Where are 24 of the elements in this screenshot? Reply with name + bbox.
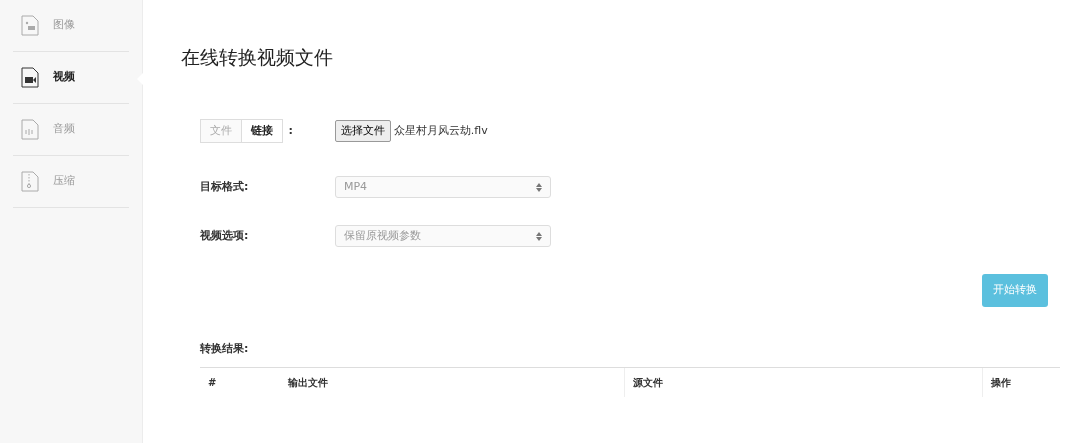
sidebar-item[interactable]: 图像 (13, 0, 129, 52)
sidebar-item[interactable]: 压缩 (13, 156, 129, 208)
sidebar-item[interactable]: 音频 (13, 104, 129, 156)
select-field[interactable]: MP4 (335, 176, 551, 199)
image-file-icon (21, 15, 39, 36)
select-field[interactable]: 保留原视频参数 (335, 225, 551, 248)
zip-file-icon (21, 171, 39, 192)
choose-file-button[interactable]: 选择文件 (335, 119, 391, 143)
column-header: # (207, 376, 218, 391)
source-tab[interactable]: 链接 (241, 119, 282, 143)
field-label: 目标格式: (200, 179, 250, 196)
audio-file-icon (21, 119, 39, 140)
file-name: 众星村月风云劫.flv (393, 122, 488, 139)
sort-caret-icon (536, 231, 542, 241)
column-header: 操作 (982, 368, 1060, 398)
column-header: 输出文件 (287, 376, 329, 391)
sort-caret-icon (536, 182, 542, 192)
page-title: 在线转换视频文件 (181, 46, 334, 69)
colon-text: : (288, 122, 293, 139)
video-file-icon (21, 67, 39, 88)
convert-button[interactable]: 开始转换 (982, 274, 1048, 307)
column-header: 源文件 (624, 368, 982, 398)
results-label: 转换结果: (200, 340, 249, 357)
field-label: 视频选项: (200, 228, 250, 245)
